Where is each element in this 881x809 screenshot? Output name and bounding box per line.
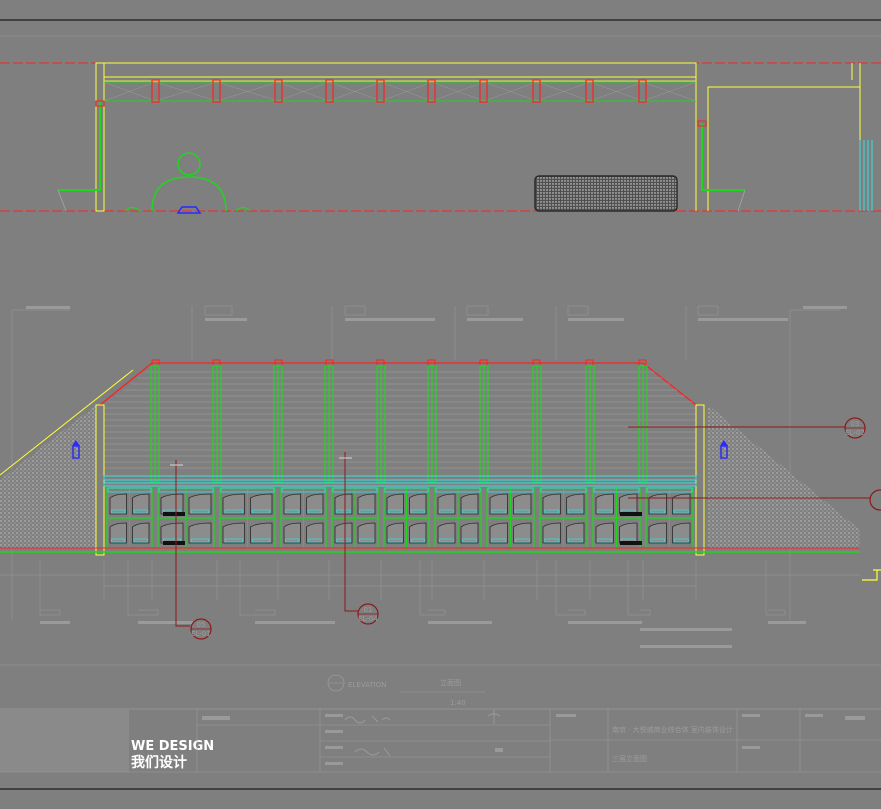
elevation-title: 立面图 [440,678,461,687]
elevation-tag: ELEVATION [348,681,386,689]
callout-bubble-icon: 05 EL-01 [190,618,212,640]
callout-bubble-icon: 01 EL-04 [357,603,379,625]
scale-label: 1:40 [450,699,466,707]
top-section-view [0,62,881,214]
project-note: 南京 · 大悦城商业综合体 室内装饰设计 [612,725,733,734]
callout-sheet: EL-02 [845,429,865,437]
callout-bubble-icon [869,489,881,511]
cad-drawing: 05 EL-01 01 EL-04 03 EL-02 ELEVATION 立面图… [0,19,881,790]
callout-sheet: EL-01 [191,630,211,638]
elevation-view: 05 EL-01 01 EL-04 03 EL-02 [0,305,881,648]
callout-sheet: EL-04 [358,615,378,623]
annotation-text-lines [26,306,847,321]
title-block: ELEVATION 立面图 1:40 WE DESIGN 我们设计 南京 · 大… [0,664,881,773]
north-arrow-icon [862,569,881,581]
callout-number: 03 [851,420,860,428]
brand-en: WE DESIGN [131,739,214,754]
drawing-name: 三层立面图 [612,754,647,763]
callout-bubble-icon: 03 EL-02 [844,417,866,439]
callout-number: 01 [364,606,373,614]
sheet-frame [0,19,881,790]
callout-number: 05 [197,621,206,629]
brand-cn: 我们设计 [131,754,187,771]
